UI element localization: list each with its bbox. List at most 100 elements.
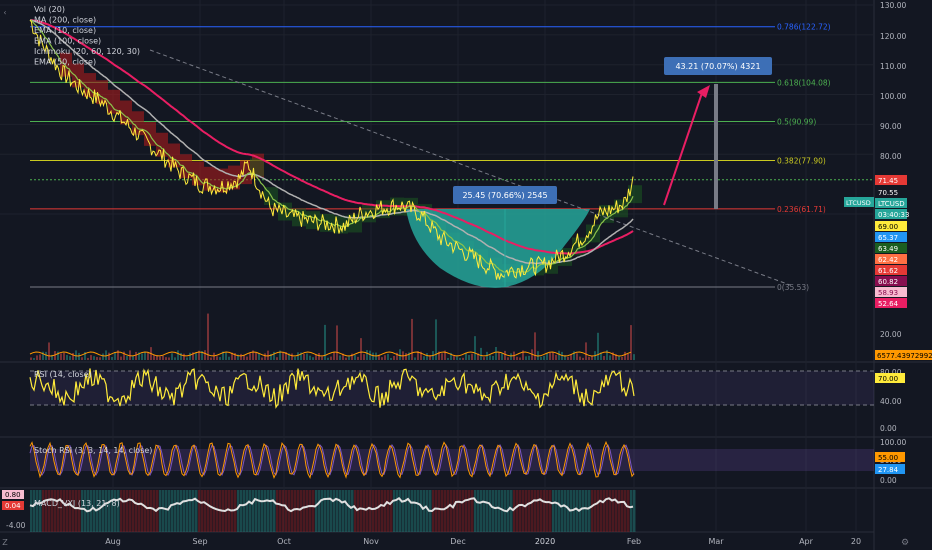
macd-bar	[237, 490, 240, 532]
macd-bar	[453, 490, 456, 532]
volume-bar	[387, 353, 389, 360]
macd-bar	[387, 490, 390, 532]
zoom-icon[interactable]: Z	[0, 538, 10, 548]
macd-bar	[345, 490, 348, 532]
price-badge-text-9: 60.82	[878, 278, 898, 286]
price-badge-text-1: 70.55	[878, 189, 898, 197]
macd-bar	[591, 490, 594, 532]
macd-bar	[582, 490, 585, 532]
macd-bar	[438, 490, 441, 532]
macd-bar	[351, 490, 354, 532]
legend-item-5[interactable]: EMA (50, close)	[34, 58, 96, 67]
volume-bar	[219, 357, 221, 360]
volume-bar	[48, 342, 50, 360]
cloud-block	[586, 224, 600, 243]
macd-bar	[30, 490, 33, 532]
macd-bar	[537, 490, 540, 532]
volume-bar	[627, 353, 629, 360]
volume-bar	[33, 357, 35, 360]
macd-bar	[447, 490, 450, 532]
volume-bar	[357, 356, 359, 360]
measure-text-0[interactable]: 43.21 (70.07%) 4321	[675, 62, 760, 71]
volume-bar	[441, 353, 443, 360]
macd-bar	[273, 490, 276, 532]
macd-bar	[339, 490, 342, 532]
volume-bar	[243, 355, 245, 360]
measure-text-1[interactable]: 25.45 (70.66%) 2545	[462, 191, 547, 200]
volume-bar	[624, 351, 626, 360]
macd-bar	[471, 490, 474, 532]
macd-bar	[321, 490, 324, 532]
rsi-axis-label-1: 40.00	[880, 397, 902, 406]
volume-bar	[609, 355, 611, 360]
macd-bar	[381, 490, 384, 532]
volume-bar	[282, 352, 284, 360]
volume-bar	[264, 353, 266, 360]
volume-bar	[81, 357, 83, 360]
macd-bar	[354, 490, 357, 532]
volume-bar	[492, 355, 494, 360]
volume-bar	[630, 325, 632, 360]
macd-bar	[186, 490, 189, 532]
macd-bar	[393, 490, 396, 532]
time-label-5: 2020	[535, 537, 555, 546]
volume-bar	[240, 353, 242, 360]
macd-bar	[243, 490, 246, 532]
macd-legend[interactable]: MACD_VXI (13, 21, 8)	[34, 499, 120, 508]
volume-bar	[255, 352, 257, 360]
macd-bar	[66, 490, 69, 532]
volume-bar	[90, 355, 92, 360]
volume-bar	[372, 352, 374, 360]
volume-bar	[501, 353, 503, 360]
macd-bar	[612, 490, 615, 532]
volume-bar	[381, 357, 383, 360]
left-toolbar-arrow-icon[interactable]: ‹	[0, 8, 10, 18]
legend-item-2[interactable]: EMA (10, close)	[34, 26, 96, 35]
macd-bar	[294, 490, 297, 532]
volume-bar	[453, 356, 455, 360]
legend-item-1[interactable]: MA (200, close)	[34, 16, 96, 25]
stoch-legend[interactable]: Stoch RSI (3, 3, 14, 14, close)	[34, 446, 152, 455]
macd-bar	[363, 490, 366, 532]
price-axis-label-2: 110.00	[880, 62, 906, 71]
price-axis-label-0: 130.00	[880, 1, 906, 10]
macd-bar	[564, 490, 567, 532]
volume-bar	[144, 351, 146, 360]
macd-bar	[606, 490, 609, 532]
macd-bar	[621, 490, 624, 532]
legend-item-0[interactable]: Vol (20)	[34, 5, 65, 14]
chart-canvas[interactable]: 0.786(122.72) 0.618(104.08) 0.5(90.99) 0.38…	[0, 0, 932, 550]
macd-bar	[312, 490, 315, 532]
legend-item-3[interactable]: EMA (100, close)	[34, 37, 101, 46]
macd-bar	[144, 490, 147, 532]
volume-bar	[312, 357, 314, 360]
volume-bar	[93, 356, 95, 360]
volume-bar	[567, 356, 569, 360]
macd-bar	[303, 490, 306, 532]
volume-bar	[366, 350, 368, 360]
price-badge-text-11: 52.64	[878, 300, 899, 308]
macd-bar	[615, 490, 618, 532]
rsi-legend[interactable]: RSI (14, close)	[34, 370, 92, 379]
settings-icon[interactable]: ⚙	[898, 538, 912, 548]
price-badge-text-4: 69.00	[878, 223, 898, 231]
volume-bar	[576, 353, 578, 360]
volume-bar	[393, 356, 395, 360]
macd-bar	[114, 490, 117, 532]
volume-bar	[72, 353, 74, 360]
macd-bar	[258, 490, 261, 532]
volume-bar	[141, 353, 143, 360]
macd-bar	[336, 490, 339, 532]
macd-bar	[552, 490, 555, 532]
macd-bar	[396, 490, 399, 532]
macd-bar	[138, 490, 141, 532]
macd-bar	[99, 490, 102, 532]
macd-bar	[180, 490, 183, 532]
volume-bar	[405, 353, 407, 360]
volume-bar	[447, 357, 449, 360]
volume-bar	[507, 357, 509, 360]
macd-bar	[534, 490, 537, 532]
macd-bar	[597, 490, 600, 532]
macd-bar	[441, 490, 444, 532]
legend-item-4[interactable]: Ichimoku (20, 60, 120, 30)	[34, 47, 140, 56]
